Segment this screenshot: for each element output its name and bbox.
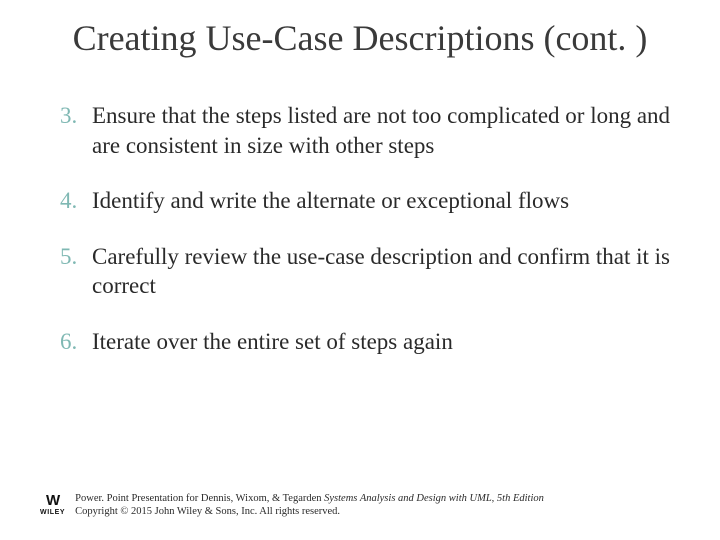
wiley-logo-icon: W (46, 493, 59, 508)
step-number: 3. (60, 101, 77, 130)
step-number: 5. (60, 242, 77, 271)
footer-line-2: Copyright © 2015 John Wiley & Sons, Inc.… (75, 505, 544, 518)
step-text: Iterate over the entire set of steps aga… (92, 329, 453, 354)
slide: Creating Use-Case Descriptions (cont. ) … (0, 0, 720, 540)
footer-line-1: Power. Point Presentation for Dennis, Wi… (75, 492, 544, 505)
footer-book-title: Systems Analysis and Design with UML, 5t… (324, 493, 544, 504)
step-item: 6. Iterate over the entire set of steps … (68, 327, 680, 356)
footer-prefix: Power. Point Presentation for Dennis, Wi… (75, 493, 324, 504)
step-text: Identify and write the alternate or exce… (92, 188, 569, 213)
wiley-logo-text: WILEY (40, 509, 65, 516)
publisher-logo: W WILEY (40, 493, 65, 516)
step-text: Carefully review the use-case descriptio… (92, 244, 670, 298)
step-text: Ensure that the steps listed are not too… (92, 103, 670, 157)
steps-list: 3. Ensure that the steps listed are not … (40, 101, 680, 356)
step-number: 4. (60, 186, 77, 215)
slide-title: Creating Use-Case Descriptions (cont. ) (40, 18, 680, 59)
footer: W WILEY Power. Point Presentation for De… (40, 492, 544, 518)
step-item: 5. Carefully review the use-case descrip… (68, 242, 680, 301)
step-number: 6. (60, 327, 77, 356)
step-item: 4. Identify and write the alternate or e… (68, 186, 680, 215)
step-item: 3. Ensure that the steps listed are not … (68, 101, 680, 160)
footer-text: Power. Point Presentation for Dennis, Wi… (75, 492, 544, 518)
